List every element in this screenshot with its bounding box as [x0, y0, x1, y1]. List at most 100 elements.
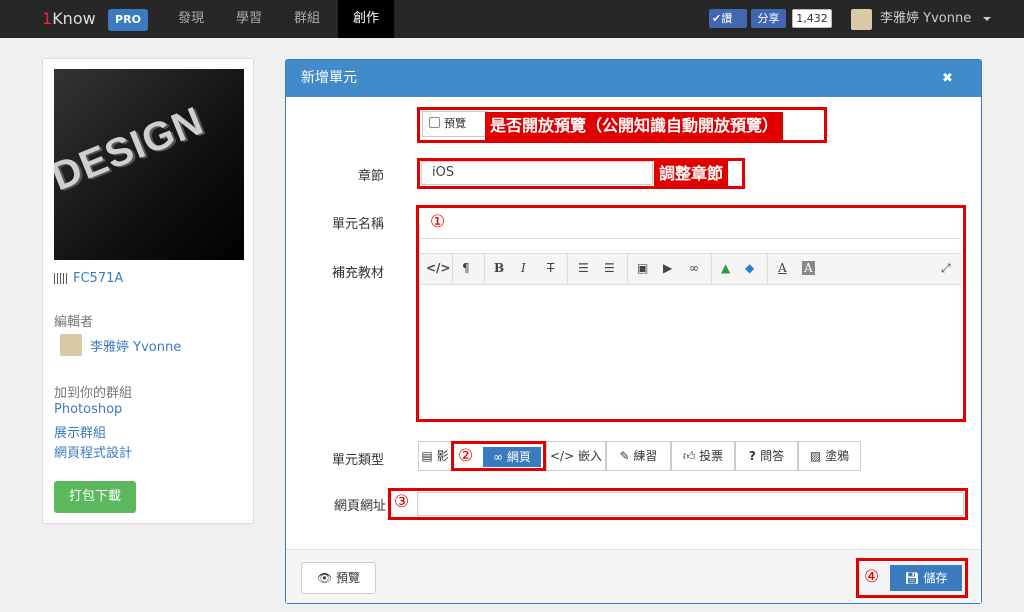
cover-text: DESIGN — [54, 98, 210, 200]
picture-icon: ▨ — [809, 449, 826, 463]
url-label: 網頁網址 — [333, 499, 386, 514]
code-view-icon[interactable]: </> — [426, 261, 451, 275]
course-sidebar: DESIGN FC571A 編輯者 李雅婷 Yvonne 加到你的群組 Phot… — [42, 58, 254, 524]
group-link-photoshop[interactable]: Photoshop — [54, 402, 122, 417]
marker-4: ④ — [864, 567, 880, 587]
rich-text-toolbar: </> ¶ B I T ☰ ☰ ▣ ▶ ∞ ▲ ◆ A A ⤢ — [420, 253, 961, 285]
unit-type-video-label: 影 — [436, 449, 449, 463]
unit-type-poll-label: 投票 — [699, 449, 724, 463]
unit-type-exercise-label: 練習 — [633, 449, 658, 463]
save-button-label: 儲存 — [923, 571, 948, 585]
unit-type-video[interactable]: ▤ 影 — [418, 441, 452, 471]
chapter-label: 章節 — [357, 169, 384, 184]
like-label: 讚 — [721, 12, 733, 25]
like-button[interactable]: ✔讚 — [709, 9, 747, 28]
preview-checkbox[interactable]: 預覽 — [422, 111, 488, 137]
preview-button[interactable]: 👁︎ 預覽 — [301, 562, 376, 594]
marker-1: ① — [430, 212, 446, 232]
bold-icon[interactable]: B — [494, 261, 504, 275]
video-icon[interactable]: ▶ — [663, 261, 672, 275]
editor-avatar — [60, 334, 82, 356]
toolbar-separator — [711, 254, 712, 284]
group-link-showcase[interactable]: 展示群組 — [54, 422, 106, 441]
unit-type-poll[interactable]: 👍︎ 投票 — [671, 441, 735, 471]
course-code: FC571A — [54, 271, 123, 289]
brand-logo[interactable]: 1Know — [42, 9, 96, 28]
unit-type-embed-label: 嵌入 — [577, 449, 602, 463]
italic-icon[interactable]: I — [521, 261, 526, 275]
check-icon: ✔ — [712, 12, 722, 25]
download-button[interactable]: 打包下載 — [54, 481, 136, 513]
toolbar-separator — [567, 254, 568, 284]
nav-learn[interactable]: 學習 — [221, 0, 277, 38]
dropbox-icon[interactable]: ◆ — [745, 261, 754, 275]
preview-button-label: 預覽 — [336, 571, 361, 585]
editor-name[interactable]: 李雅婷 Yvonne — [90, 336, 181, 355]
google-drive-icon[interactable]: ▲ — [721, 261, 730, 275]
url-input[interactable] — [417, 492, 964, 516]
unit-type-label: 單元類型 — [331, 453, 384, 468]
checkbox-icon — [429, 117, 440, 128]
close-icon[interactable]: ✖ — [942, 60, 953, 97]
unit-type-webpage-label: 網頁 — [506, 450, 531, 464]
toolbar-separator — [627, 254, 628, 284]
unit-type-qa[interactable]: ? 問答 — [735, 441, 798, 471]
unit-name-input[interactable] — [420, 209, 961, 239]
unit-type-draw-label: 塗鴉 — [825, 449, 850, 463]
share-count: 1,432 — [792, 9, 832, 28]
toolbar-separator — [452, 254, 453, 284]
modal-header: 新增單元 ✖ — [286, 60, 981, 97]
paragraph-icon[interactable]: ¶ — [462, 261, 470, 275]
unit-type-exercise[interactable]: ✎ 練習 — [606, 441, 671, 471]
chapter-annotation: 調整章節 — [654, 161, 729, 187]
unit-type-embed[interactable]: </> 嵌入 — [546, 441, 606, 471]
toolbar-separator — [484, 254, 485, 284]
toolbar-separator — [767, 254, 768, 284]
share-button[interactable]: 分享 — [751, 9, 786, 28]
unit-type-draw[interactable]: ▨ 塗鴉 — [798, 441, 861, 471]
link-icon[interactable]: ∞ — [689, 261, 699, 275]
barcode-icon — [54, 273, 68, 284]
course-code-text: FC571A — [73, 271, 124, 286]
chevron-down-icon[interactable] — [983, 17, 991, 21]
user-avatar[interactable] — [851, 9, 872, 30]
add-unit-modal: 新增單元 ✖ 預覽 是否開放預覽（公開知識自動開放預覽） 章節 iOS 調整章節… — [285, 59, 982, 604]
modal-title: 新增單元 — [301, 70, 357, 86]
video-type-icon: ▤ — [421, 449, 437, 463]
image-icon[interactable]: ▣ — [637, 261, 648, 275]
save-button[interactable]: 💾︎ 儲存 — [890, 565, 962, 591]
background-color-icon[interactable]: A — [802, 261, 815, 275]
chapter-select[interactable]: iOS — [421, 161, 653, 185]
eye-icon: 👁︎ — [316, 571, 337, 585]
supplement-label: 補充教材 — [331, 266, 384, 281]
strikethrough-icon[interactable]: T — [547, 261, 554, 275]
preview-annotation: 是否開放預覽（公開知識自動開放預覽） — [485, 112, 784, 140]
floppy-disk-icon: 💾︎ — [904, 571, 924, 585]
link-icon: ∞ — [493, 450, 507, 464]
brand-one: 1 — [42, 9, 53, 28]
code-icon: </> — [550, 449, 578, 463]
unit-type-webpage[interactable]: ∞ 網頁 — [483, 447, 541, 467]
nav-discover[interactable]: 發現 — [163, 0, 219, 38]
nav-groups[interactable]: 群組 — [279, 0, 335, 38]
numbered-list-icon[interactable]: ☰ — [604, 261, 615, 275]
nav-create[interactable]: 創作 — [338, 0, 395, 38]
user-name[interactable]: 李雅婷 Yvonne — [880, 0, 971, 38]
group-link-webdev[interactable]: 網頁程式設計 — [54, 442, 132, 461]
groups-heading: 加到你的群組 — [54, 386, 133, 401]
supplement-editor[interactable] — [420, 285, 961, 412]
unit-type-qa-label: 問答 — [760, 449, 785, 463]
font-color-icon[interactable]: A — [778, 261, 787, 275]
editor-heading: 編輯者 — [54, 315, 94, 330]
pencil-icon: ✎ — [619, 449, 634, 463]
unit-name-label: 單元名稱 — [331, 217, 384, 232]
course-cover-image[interactable]: DESIGN — [54, 69, 244, 260]
bullet-list-icon[interactable]: ☰ — [578, 261, 589, 275]
thumbs-up-icon: 👍︎ — [682, 449, 700, 463]
preview-checkbox-label: 預覽 — [444, 117, 466, 130]
fullscreen-icon[interactable]: ⤢ — [941, 261, 951, 276]
pro-badge: PRO — [108, 9, 148, 31]
brand-know: Know — [52, 9, 96, 28]
question-icon: ? — [748, 449, 761, 463]
marker-2: ② — [458, 446, 474, 466]
